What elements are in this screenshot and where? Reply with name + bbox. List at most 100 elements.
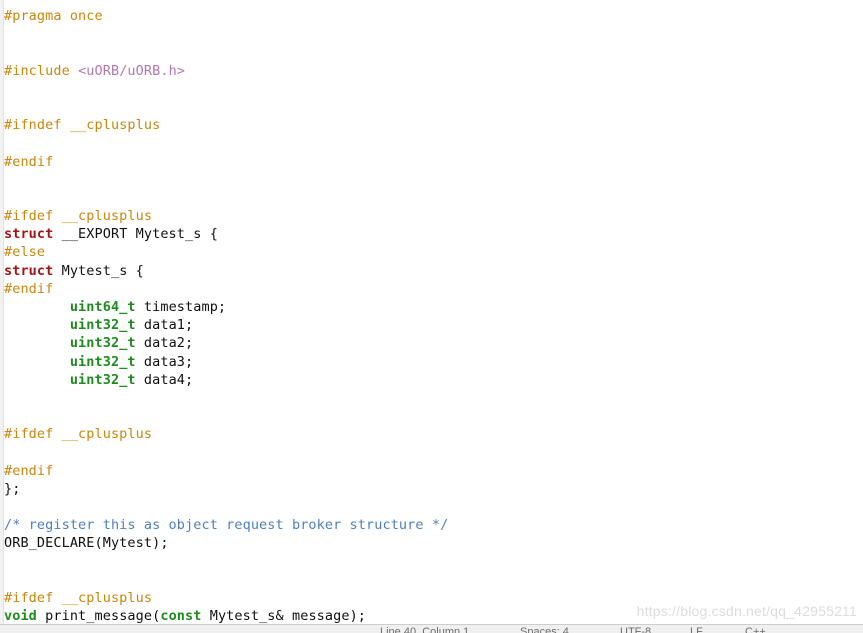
token-plain: __EXPORT Mytest_s { <box>53 226 218 243</box>
line-number: 19 <box>0 225 3 243</box>
code-line[interactable]: #ifdef __cplusplus <box>4 207 863 225</box>
line-number: 18 <box>0 207 3 225</box>
token-plain: Mytest_s& message); <box>201 608 367 624</box>
token-plain: }; <box>4 480 21 497</box>
code-content[interactable]: #pragma once #include <uORB/uORB.h> #ifn… <box>4 0 863 624</box>
line-number: 22 <box>0 280 3 298</box>
code-line[interactable]: uint32_t data3; <box>4 353 863 371</box>
watermark-url: https://blog.csdn.net/qq_42955211 <box>636 603 857 619</box>
line-number: 14 <box>0 134 3 152</box>
token-pre: #endif <box>4 153 54 170</box>
code-line[interactable]: struct Mytest_s { <box>4 262 863 280</box>
code-line[interactable] <box>4 43 863 61</box>
status-bar-item[interactable]: LF <box>690 625 703 633</box>
token-plain: data1; <box>135 317 194 334</box>
code-line[interactable]: }; <box>4 480 863 498</box>
line-number: 25 <box>0 334 3 352</box>
line-number: 33 <box>0 480 3 498</box>
code-line[interactable] <box>4 189 863 207</box>
line-number: 30 <box>0 425 3 443</box>
token-plain: data3; <box>135 353 194 370</box>
line-number: 34 <box>0 498 3 516</box>
line-number: 35 <box>0 516 3 534</box>
line-number: 21 <box>0 262 3 280</box>
code-line[interactable] <box>4 80 863 98</box>
code-line[interactable]: /* register this as object request broke… <box>4 516 863 534</box>
line-number: 15 <box>0 153 3 171</box>
line-number: 36 <box>0 534 3 552</box>
code-line[interactable] <box>4 553 863 571</box>
status-bar-item[interactable]: UTF-8 <box>620 625 651 633</box>
code-line[interactable]: #ifdef __cplusplus <box>4 425 863 443</box>
line-number: 9 <box>0 43 3 61</box>
code-line[interactable]: ORB_DECLARE(Mytest); <box>4 534 863 552</box>
line-number: 27 <box>0 371 3 389</box>
token-comment: /* register this as object request broke… <box>4 517 449 534</box>
token-pre: #ifndef __cplusplus <box>4 117 161 134</box>
code-line[interactable] <box>4 407 863 425</box>
code-line[interactable]: #endif <box>4 462 863 480</box>
token-plain: Mytest_s { <box>53 262 144 279</box>
code-line[interactable]: #pragma once <box>4 7 863 25</box>
line-number: 29 <box>0 407 3 425</box>
line-number: 8 <box>0 25 3 43</box>
token-type: void <box>4 608 37 624</box>
token-pre: #ifdef __cplusplus <box>4 208 153 225</box>
token-plain: data2; <box>135 335 194 352</box>
code-line[interactable]: uint32_t data1; <box>4 316 863 334</box>
token-pre: #endif <box>4 462 54 479</box>
token-plain: data4; <box>135 371 194 388</box>
code-line[interactable] <box>4 444 863 462</box>
token-type: uint32_t <box>69 317 136 334</box>
code-line[interactable] <box>4 25 863 43</box>
code-line[interactable]: #include <uORB/uORB.h> <box>4 62 863 80</box>
code-line[interactable]: uint32_t data2; <box>4 334 863 352</box>
code-line[interactable] <box>4 498 863 516</box>
code-line[interactable] <box>4 134 863 152</box>
code-line[interactable]: #ifndef __cplusplus <box>4 116 863 134</box>
token-plain: ORB_DECLARE(Mytest); <box>4 535 169 552</box>
code-editor-surface[interactable]: 7891011121314151617181920212223242526272… <box>0 0 863 624</box>
status-bar-item[interactable]: C++ <box>745 625 766 633</box>
line-number: 28 <box>0 389 3 407</box>
line-number: 26 <box>0 353 3 371</box>
status-bar-item[interactable]: Spaces: 4 <box>520 625 569 633</box>
token-string: <uORB/uORB.h> <box>78 62 186 79</box>
code-line[interactable]: #endif <box>4 280 863 298</box>
line-number: 24 <box>0 316 3 334</box>
token-keyword: struct <box>4 262 54 279</box>
line-number: 38 <box>0 571 3 589</box>
line-number: 11 <box>0 80 3 98</box>
line-number: 16 <box>0 171 3 189</box>
token-type: uint32_t <box>69 371 136 388</box>
status-bar-item[interactable]: Line 40, Column 1 <box>380 625 469 633</box>
line-number: 17 <box>0 189 3 207</box>
code-line[interactable] <box>4 571 863 589</box>
line-number: 37 <box>0 553 3 571</box>
line-number: 13 <box>0 116 3 134</box>
code-line[interactable] <box>4 98 863 116</box>
code-line[interactable]: #else <box>4 243 863 261</box>
token-type: uint32_t <box>69 353 136 370</box>
line-number: 10 <box>0 62 3 80</box>
code-line[interactable]: uint32_t data4; <box>4 371 863 389</box>
status-bar[interactable]: Line 40, Column 1 Spaces: 4 UTF-8 LF C++ <box>0 624 863 633</box>
code-line[interactable] <box>4 389 863 407</box>
token-type: uint64_t <box>69 299 136 315</box>
token-pre: #pragma once <box>4 8 103 24</box>
token-pre: #ifdef __cplusplus <box>4 426 153 443</box>
token-keyword: struct <box>4 226 54 243</box>
code-line[interactable]: #endif <box>4 153 863 171</box>
code-line[interactable]: uint64_t timestamp; <box>4 298 863 316</box>
token-pre: #ifdef __cplusplus <box>4 590 153 606</box>
code-line[interactable]: struct __EXPORT Mytest_s { <box>4 225 863 243</box>
line-number: 32 <box>0 462 3 480</box>
line-number: 23 <box>0 298 3 316</box>
token-pre: #endif <box>4 280 54 297</box>
code-line[interactable] <box>4 171 863 189</box>
